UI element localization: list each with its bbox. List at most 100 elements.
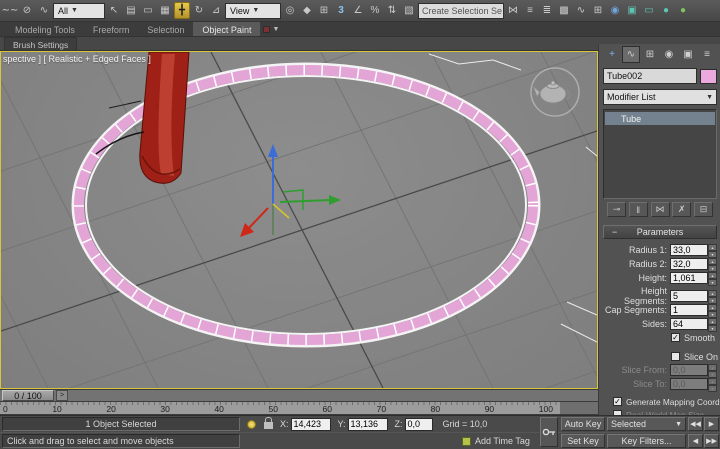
- select-and-rotate-icon[interactable]: ↻: [191, 2, 207, 19]
- next-frame-button[interactable]: >: [56, 390, 68, 401]
- window-crossing-icon[interactable]: ▦: [157, 2, 173, 19]
- height-field[interactable]: 1,061: [670, 272, 708, 284]
- track-bar-end: [560, 402, 598, 415]
- render-production-icon[interactable]: ●: [658, 2, 674, 19]
- select-by-name-icon[interactable]: ▤: [123, 2, 139, 19]
- key-filters-button[interactable]: Key Filters...: [607, 434, 686, 448]
- key-filter-selection-dropdown[interactable]: Selected ▼: [607, 417, 686, 431]
- curve-editor-icon[interactable]: ∿: [573, 2, 589, 19]
- keyboard-override-icon[interactable]: ⊞: [316, 2, 332, 19]
- select-and-manipulate-icon[interactable]: ◆: [299, 2, 315, 19]
- smooth-checkbox[interactable]: ✓: [671, 333, 680, 342]
- reference-coordinate-dropdown[interactable]: View ▼: [225, 3, 281, 19]
- radius2-spinner[interactable]: ▴▾: [708, 258, 717, 270]
- modifier-stack[interactable]: Tube: [603, 109, 717, 199]
- select-object-icon[interactable]: ↖: [106, 2, 122, 19]
- perspective-viewport[interactable]: spective ] [ Realistic + Edged Faces ]: [0, 51, 598, 389]
- render-iterative-icon[interactable]: ●: [675, 2, 691, 19]
- auto-key-button[interactable]: Auto Key: [561, 417, 605, 431]
- edit-named-selections-icon[interactable]: ▧: [401, 2, 417, 19]
- material-editor-icon[interactable]: ◉: [607, 2, 623, 19]
- teapot-object[interactable]: [531, 68, 579, 116]
- red-tube-object[interactable]: [140, 52, 189, 183]
- object-name-field[interactable]: Tube002: [603, 68, 697, 84]
- tab-selection[interactable]: Selection: [138, 22, 193, 36]
- pin-stack-icon[interactable]: ⊸: [607, 202, 626, 217]
- tube-ring-object[interactable]: [73, 64, 539, 346]
- tab-brush-settings[interactable]: Brush Settings: [4, 37, 77, 50]
- rectangular-region-icon[interactable]: ▭: [140, 2, 156, 19]
- spinner-snap-icon[interactable]: ⇅: [384, 2, 400, 19]
- bind-to-spacewarp-icon[interactable]: ∿: [36, 2, 52, 19]
- modifier-list-dropdown[interactable]: Modifier List ▼: [603, 89, 717, 105]
- selection-filter-value: All: [58, 6, 68, 16]
- graphite-ribbon-icon[interactable]: ▩: [556, 2, 572, 19]
- y-coordinate-field[interactable]: 13,136: [348, 418, 388, 431]
- x-coordinate-field[interactable]: 14,423: [291, 418, 331, 431]
- tab-object-paint[interactable]: Object Paint: [193, 22, 260, 36]
- cap-segments-spinner[interactable]: ▴▾: [708, 304, 717, 316]
- remove-modifier-icon[interactable]: ✗: [672, 202, 691, 217]
- z-coordinate-field[interactable]: 0,0: [405, 418, 433, 431]
- configure-modifier-sets-icon[interactable]: ⊟: [694, 202, 713, 217]
- selection-lock-icon[interactable]: [264, 422, 273, 429]
- rendered-frame-window-icon[interactable]: ▭: [641, 2, 657, 19]
- track-bar[interactable]: 010 2030 4050 6070 8090 100: [0, 402, 560, 415]
- use-pivot-center-icon[interactable]: ◎: [282, 2, 298, 19]
- sides-field[interactable]: 64: [670, 318, 708, 330]
- generate-mapping-checkbox[interactable]: ✓: [613, 397, 622, 406]
- transform-gizmo[interactable]: [240, 144, 341, 237]
- object-color-swatch[interactable]: [700, 69, 717, 84]
- schematic-view-icon[interactable]: ⊞: [590, 2, 606, 19]
- stack-item-tube[interactable]: Tube: [605, 112, 715, 125]
- chevron-down-icon: ▼: [71, 7, 78, 14]
- tab-modeling-tools[interactable]: Modeling Tools: [6, 22, 84, 36]
- time-slider-handle[interactable]: 0 / 100: [2, 390, 54, 401]
- named-selection-set-input[interactable]: Create Selection Se: [418, 3, 504, 19]
- show-end-result-icon[interactable]: ‖: [629, 202, 648, 217]
- select-and-scale-icon[interactable]: ⊿: [208, 2, 224, 19]
- parameters-rollout-header[interactable]: − Parameters: [603, 225, 717, 239]
- selection-status: 1 Object Selected: [2, 417, 240, 431]
- height-segments-field[interactable]: 5: [670, 290, 708, 302]
- slice-from-spinner: ▴▾: [708, 364, 717, 376]
- radius2-field[interactable]: 32,0: [670, 258, 708, 270]
- percent-snap-icon[interactable]: %: [367, 2, 383, 19]
- align-icon[interactable]: ≡: [522, 2, 538, 19]
- snap-toggle-3d-icon[interactable]: 3: [333, 2, 349, 19]
- create-tab-icon[interactable]: +: [603, 46, 621, 63]
- viewport-label[interactable]: spective ] [ Realistic + Edged Faces ]: [3, 54, 151, 64]
- isolate-selection-icon[interactable]: [247, 420, 256, 429]
- add-time-tag[interactable]: Add Time Tag: [475, 436, 530, 446]
- select-and-link-icon[interactable]: ∼∼: [2, 2, 18, 19]
- utilities-tab-icon[interactable]: ≡: [698, 46, 716, 63]
- render-setup-icon[interactable]: ▣: [624, 2, 640, 19]
- go-to-start-button[interactable]: ◀◀: [688, 417, 703, 431]
- layer-manager-icon[interactable]: ≣: [539, 2, 555, 19]
- select-and-move-icon[interactable]: ╋: [174, 2, 190, 19]
- make-unique-icon[interactable]: ⋈: [651, 202, 670, 217]
- height-spinner[interactable]: ▴▾: [708, 272, 717, 284]
- go-to-end-button[interactable]: ▶▶: [704, 434, 719, 448]
- sides-spinner[interactable]: ▴▾: [708, 318, 717, 330]
- radius1-field[interactable]: 33,0: [670, 244, 708, 256]
- set-keys-button[interactable]: [540, 417, 558, 447]
- hierarchy-tab-icon[interactable]: ⊞: [641, 46, 659, 63]
- display-tab-icon[interactable]: ▣: [679, 46, 697, 63]
- angle-snap-icon[interactable]: ∠: [350, 2, 366, 19]
- cap-segments-field[interactable]: 1: [670, 304, 708, 316]
- motion-tab-icon[interactable]: ◉: [660, 46, 678, 63]
- set-key-button[interactable]: Set Key: [561, 434, 605, 448]
- slice-on-checkbox[interactable]: [671, 352, 680, 361]
- time-slider-track[interactable]: 0 / 100 >: [0, 389, 598, 402]
- mirror-icon[interactable]: ⋈: [505, 2, 521, 19]
- play-button[interactable]: ▶: [704, 417, 719, 431]
- ribbon-minimize-button[interactable]: ▼: [260, 22, 282, 36]
- previous-frame-button[interactable]: ◀: [688, 434, 703, 448]
- height-segments-spinner[interactable]: ▴▾: [708, 290, 717, 302]
- unlink-selection-icon[interactable]: ⊘: [19, 2, 35, 19]
- tab-freeform[interactable]: Freeform: [84, 22, 139, 36]
- modify-tab-icon[interactable]: ∿: [622, 46, 640, 63]
- selection-filter-dropdown[interactable]: All ▼: [53, 3, 105, 19]
- radius1-spinner[interactable]: ▴▾: [708, 244, 717, 256]
